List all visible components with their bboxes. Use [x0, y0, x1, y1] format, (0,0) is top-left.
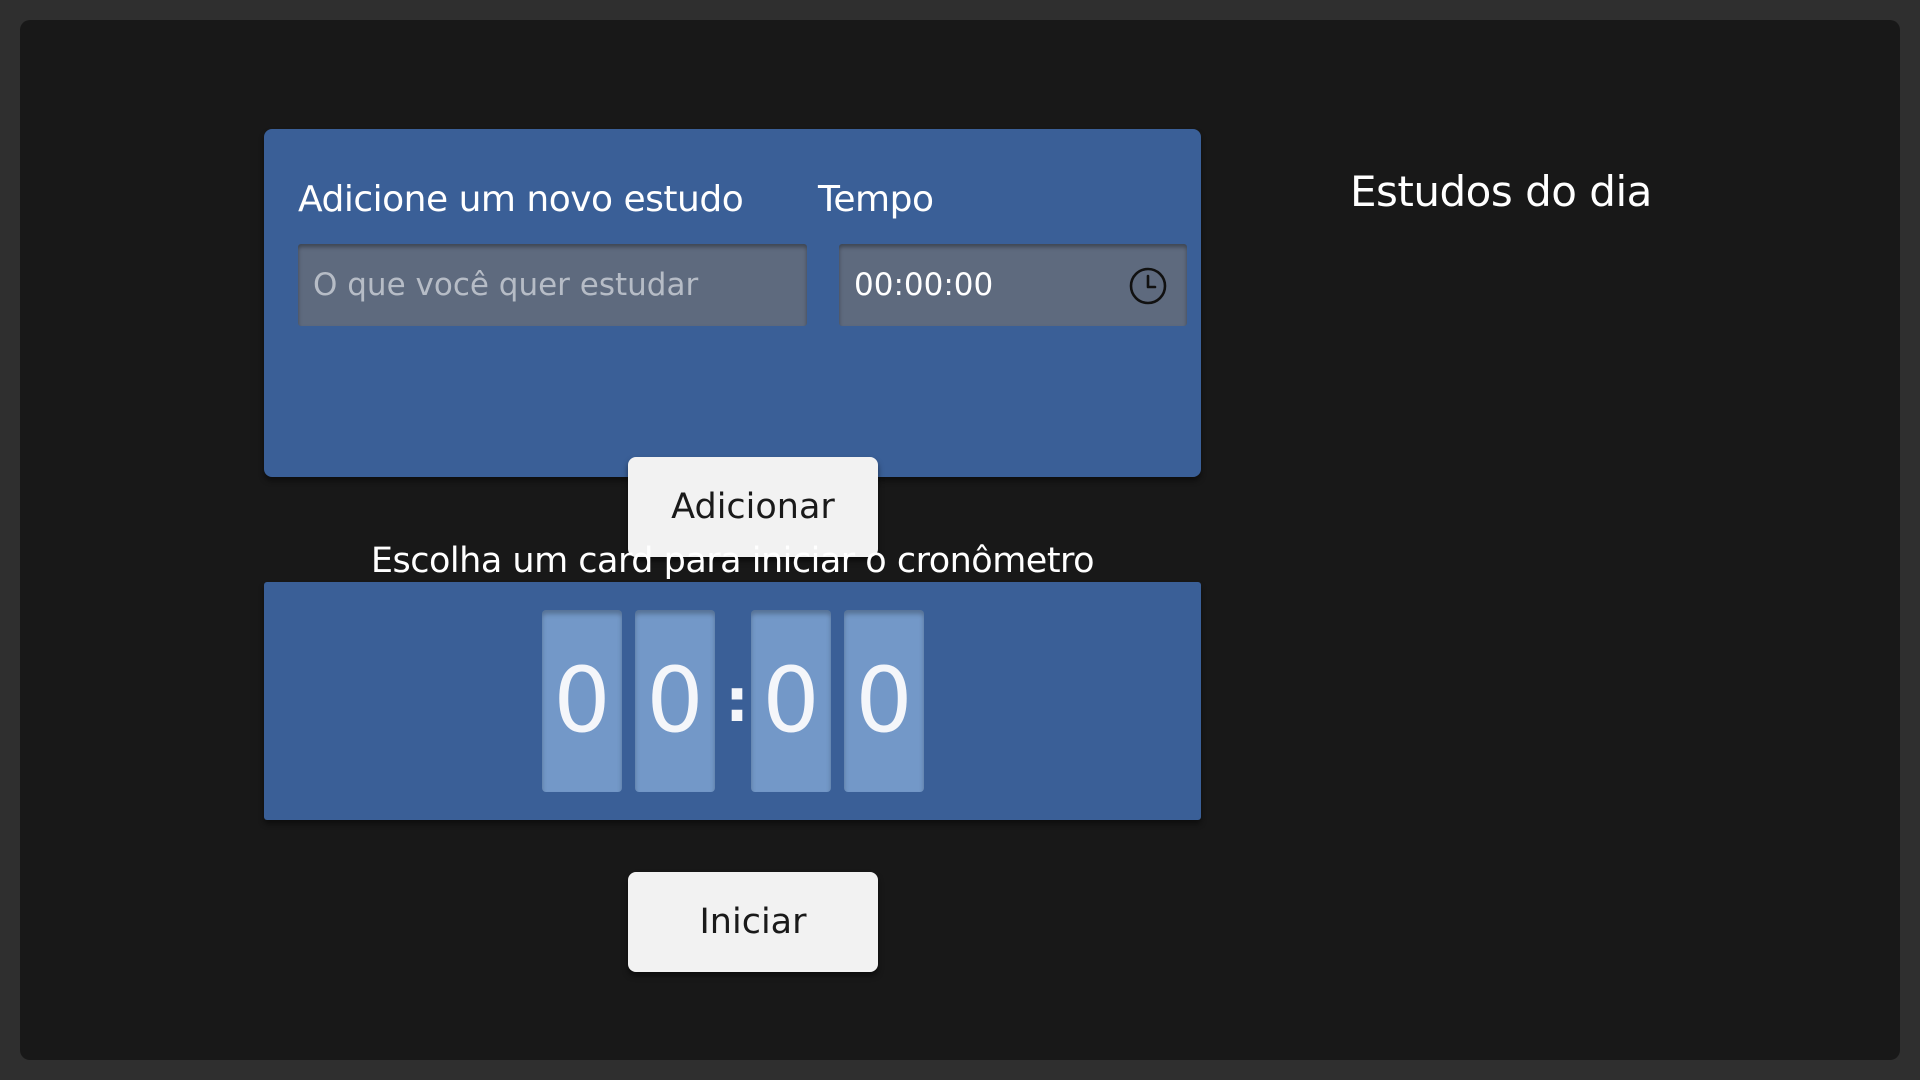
seconds-ones-digit: 0 — [844, 610, 924, 792]
new-study-form: Adicione um novo estudo Tempo Adicionar — [264, 129, 1201, 557]
time-separator: : — [725, 666, 749, 736]
stopwatch-display: 0 0 : 0 0 — [264, 582, 1201, 820]
start-button[interactable]: Iniciar — [628, 872, 878, 972]
clock-icon[interactable] — [1128, 266, 1168, 306]
time-label: Tempo — [818, 179, 934, 220]
daily-studies-title: Estudos do dia — [1350, 167, 1652, 216]
app-container: Adicione um novo estudo Tempo Adicionar … — [20, 20, 1900, 1060]
minutes-ones-digit: 0 — [635, 610, 715, 792]
study-label: Adicione um novo estudo — [298, 179, 744, 220]
timer-title: Escolha um card para iniciar o cronômetr… — [370, 541, 1095, 581]
seconds-tens-digit: 0 — [751, 610, 831, 792]
minutes-tens-digit: 0 — [542, 610, 622, 792]
study-input[interactable] — [298, 244, 807, 326]
